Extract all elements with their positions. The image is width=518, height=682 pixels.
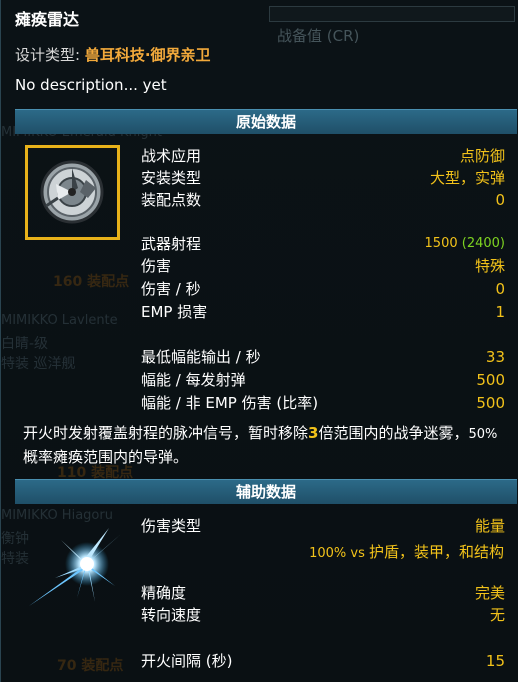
stat-row-damage: 伤害 特殊 [141, 255, 505, 277]
section-primary-data: 原始数据 [15, 109, 517, 134]
stat-label: 战术应用 [141, 147, 202, 165]
damage-multiplier-targets: 护盾，装甲，和结构 [368, 543, 504, 561]
ghost-text: 70 装配点 [57, 658, 124, 674]
stat-row-emp: EMP 损害 1 [141, 301, 505, 323]
energy-burst-icon [29, 528, 121, 606]
stat-row-accuracy: 精确度 完美 [141, 582, 505, 604]
stat-value: 15 [485, 652, 505, 670]
stat-row-flux-emp: 幅能 / 非 EMP 伤害 (比率) 500 [141, 392, 505, 414]
effect-percent: 50% [468, 427, 498, 442]
design-type: 设计类型: 兽耳科技·御界亲卫 [15, 44, 211, 65]
weapon-tooltip-panel: MIMIKKO Emerald Knight 160 装配点 MIMIKKO L… [0, 0, 518, 682]
ghost-text: MIMIKKO Lavlente [1, 313, 118, 328]
stat-value: 500 [476, 394, 505, 412]
effect-text-part: 概率瘫痪范围内的导弹。 [23, 448, 189, 466]
stat-value: 大型，实弹 [429, 169, 505, 187]
cr-bar [269, 6, 515, 22]
ghost-text: 白睛-级 [1, 336, 49, 352]
stat-value: 无 [489, 606, 505, 624]
stat-value: 0 [495, 280, 505, 298]
stat-label: 伤害 / 秒 [141, 280, 201, 298]
effect-text-part: 倍范围内的战争迷雾， [318, 424, 469, 442]
ghost-text: MIMIKKO Hiagoru [1, 508, 113, 523]
stat-label: 武器射程 [141, 235, 202, 253]
damage-multiplier-percent: 100% vs [309, 546, 365, 561]
stat-row-range: 武器射程 1500 (2400) [141, 233, 505, 255]
stat-value: 33 [485, 348, 505, 366]
stat-label: 装配点数 [141, 191, 202, 209]
cr-label: 战备值 (CR) [277, 27, 360, 45]
stat-label: 转向速度 [141, 606, 202, 624]
stat-value: 点防御 [459, 147, 505, 165]
stat-label: 伤害 [141, 257, 172, 275]
design-type-label: 设计类型: [15, 46, 81, 64]
damage-multiplier: 100% vs 护盾，装甲，和结构 [309, 541, 504, 565]
stat-value: 500 [476, 371, 505, 389]
stat-value: 特殊 [474, 257, 505, 275]
stat-row-role: 战术应用 点防御 [141, 145, 505, 167]
weapon-icon-frame [25, 145, 120, 240]
stat-label: 最低幅能输出 / 秒 [141, 348, 261, 366]
weapon-description: No description... yet [15, 76, 167, 94]
effect-highlight: 3 [308, 424, 319, 442]
stat-label: 幅能 / 非 EMP 伤害 (比率) [141, 394, 319, 412]
ghost-text: 特装 巡洋舰 [1, 356, 76, 372]
stat-label: 伤害类型 [141, 517, 202, 535]
section-ancillary-data: 辅助数据 [15, 479, 517, 504]
stat-value: 1500 (2400) [425, 233, 505, 255]
stat-label: EMP 损害 [141, 303, 208, 321]
stat-row-damage-type: 伤害类型 能量 [141, 515, 505, 537]
stat-row-min-flux: 最低幅能输出 / 秒 33 [141, 346, 505, 368]
stat-row-op: 装配点数 0 [141, 189, 505, 211]
stat-row-mount: 安装类型 大型，实弹 [141, 167, 505, 189]
stat-value: 0 [495, 191, 505, 209]
range-base: 1500 [424, 236, 458, 251]
stat-label: 安装类型 [141, 169, 202, 187]
radar-dish-icon [40, 160, 104, 224]
stat-value: 1 [495, 303, 505, 321]
weapon-effect-text: 开火时发射覆盖射程的脉冲信号，暂时移除3倍范围内的战争迷雾，50% 概率瘫痪范围内… [23, 422, 503, 468]
stat-value: 能量 [474, 517, 505, 535]
effect-text-part: 开火时发射覆盖射程的脉冲信号，暂时移除 [23, 424, 309, 442]
stat-row-turn-rate: 转向速度 无 [141, 604, 505, 626]
ghost-text: 160 装配点 [53, 274, 130, 290]
stat-label: 开火间隔 (秒) [141, 652, 233, 670]
stat-row-refire: 开火间隔 (秒) 15 [141, 650, 505, 672]
stat-label: 幅能 / 每发射弹 [141, 371, 246, 389]
range-modified: (2400) [461, 236, 505, 251]
stat-label: 精确度 [141, 584, 187, 602]
stat-value: 完美 [474, 584, 505, 602]
design-type-value: 兽耳科技·御界亲卫 [84, 46, 211, 64]
stat-row-flux-shot: 幅能 / 每发射弹 500 [141, 369, 505, 391]
stat-row-dps: 伤害 / 秒 0 [141, 278, 505, 300]
weapon-title: 瘫痪雷达 [15, 10, 80, 29]
